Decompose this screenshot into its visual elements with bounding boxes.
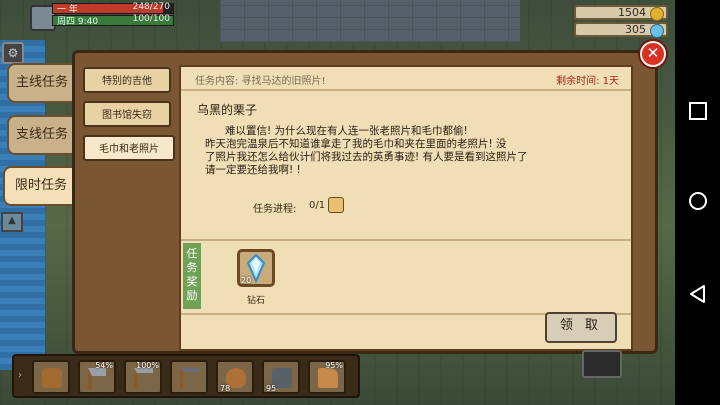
- backpack-icon: [42, 368, 62, 388]
- quest-giver: 乌黑的栗子: [197, 103, 258, 117]
- reward-label: 任务奖励: [183, 243, 201, 309]
- quest-item-label: 图书馆失窃: [102, 110, 152, 121]
- reward-count: 20: [241, 276, 252, 285]
- quest-item-label: 特别的吉他: [102, 76, 152, 87]
- quest-content-label: 任务内容: 寻找马达的旧照片!: [195, 76, 326, 87]
- tab-label: 支线任务: [15, 127, 68, 142]
- tab-main-quests[interactable]: 主线任务: [7, 63, 77, 103]
- quest-description-line: 请一定要还给我啊! !: [205, 164, 301, 176]
- close-icon[interactable]: ✕: [640, 41, 666, 67]
- hotbar-slot[interactable]: 78: [216, 360, 254, 394]
- progress-value: 0/1: [309, 200, 326, 211]
- quest-description-line: 了照片我还怎么给伙计们将我过去的英勇事迹! 有人要是看到这照片了: [205, 151, 528, 163]
- hp-bar: 一 年 248/270: [52, 2, 174, 15]
- chevron-right-icon[interactable]: ›: [18, 362, 28, 390]
- gold-coin-icon: [650, 7, 664, 21]
- tab-label: 主线任务: [15, 75, 68, 90]
- gem-counter: 305: [574, 22, 668, 38]
- tab-side-quests[interactable]: 支线任务: [7, 115, 77, 155]
- home-icon[interactable]: [687, 190, 709, 212]
- quest-header: 任务内容: 寻找马达的旧照片! 剩余时间: 1天: [181, 67, 631, 91]
- map-button[interactable]: [582, 350, 622, 378]
- hotbar-slot[interactable]: [32, 360, 70, 394]
- slot-value: 54%: [95, 361, 113, 370]
- slot-value: 95%: [325, 361, 343, 370]
- gear-icon[interactable]: ⚙: [2, 42, 24, 64]
- watering-can-icon: [318, 368, 338, 388]
- remaining-time: 剩余时间: 1天: [556, 76, 619, 87]
- quest-list: 特别的吉他 图书馆失窃 毛巾和老照片: [83, 63, 175, 346]
- claim-button[interactable]: 领 取: [545, 312, 617, 343]
- quest-description: 难以置信! 为什么现在有人连一张老照片和毛巾都偷! 昨天泡完温泉后不知道谁拿走了…: [205, 125, 565, 177]
- back-icon[interactable]: [687, 283, 709, 305]
- tab-label: 限时任务: [14, 178, 67, 193]
- quest-description-line: 昨天泡完温泉后不知道谁拿走了我的毛巾和夹在里面的老照片! 没: [205, 138, 507, 150]
- gold-value: 1504: [618, 6, 646, 19]
- quest-item-label: 毛巾和老照片: [99, 144, 159, 155]
- slot-value: 100%: [136, 361, 159, 370]
- slot-value: 95: [266, 384, 277, 393]
- hotbar-slot[interactable]: 95: [262, 360, 300, 394]
- hotbar: › 54% 100% 78 95 95%: [12, 354, 360, 398]
- pickaxe-icon: [134, 368, 153, 388]
- reward-section: 任务奖励 20 钻石: [181, 239, 631, 315]
- hoe-icon: [180, 368, 199, 388]
- progress-label: 任务进程:: [253, 204, 297, 215]
- gem-icon: [650, 24, 664, 38]
- quest-item-towel-photo[interactable]: 毛巾和老照片: [83, 135, 175, 161]
- reward-item-name: 钻石: [247, 296, 266, 306]
- quest-description-line: 难以置信! 为什么现在有人连一张老照片和毛巾都偷!: [225, 125, 468, 137]
- android-nav-bar: [675, 0, 720, 405]
- scroll-up-icon[interactable]: ▲: [1, 212, 23, 232]
- player-status: 一 年 248/270 周四 9:40 100/100: [28, 2, 176, 31]
- hotbar-slot[interactable]: [170, 360, 208, 394]
- gem-value: 305: [625, 23, 646, 36]
- npc-portrait-icon: [328, 197, 344, 213]
- recent-apps-icon[interactable]: [687, 100, 709, 122]
- gold-counter: 1504: [574, 5, 668, 21]
- hotbar-slot[interactable]: 95%: [308, 360, 346, 394]
- game-scene: 一 年 248/270 周四 9:40 100/100 1504 305 ⚙ 主…: [0, 0, 675, 405]
- energy-text: 100/100: [132, 14, 170, 24]
- slot-value: 78: [220, 384, 231, 393]
- energy-bar: 周四 9:40 100/100: [52, 14, 174, 27]
- hotbar-slot[interactable]: 100%: [124, 360, 162, 394]
- quest-detail: 任务内容: 寻找马达的旧照片! 剩余时间: 1天 乌黑的栗子 难以置信! 为什么…: [179, 65, 633, 351]
- stone-wall-background: [220, 0, 520, 42]
- reward-item-slot[interactable]: 20: [237, 249, 275, 287]
- reward-label-text: 任务奖励: [186, 247, 198, 302]
- hp-text: 248/270: [132, 2, 170, 12]
- quest-item-library[interactable]: 图书馆失窃: [83, 101, 171, 127]
- axe-icon: [88, 368, 106, 390]
- quest-item-guitar[interactable]: 特别的吉他: [83, 67, 171, 93]
- quest-panel: 特别的吉他 图书馆失窃 毛巾和老照片 任务内容: 寻找马达的旧照片! 剩余时间:…: [72, 50, 658, 354]
- tab-limited-quests[interactable]: 限时任务: [3, 166, 79, 206]
- hotbar-slot[interactable]: 54%: [78, 360, 116, 394]
